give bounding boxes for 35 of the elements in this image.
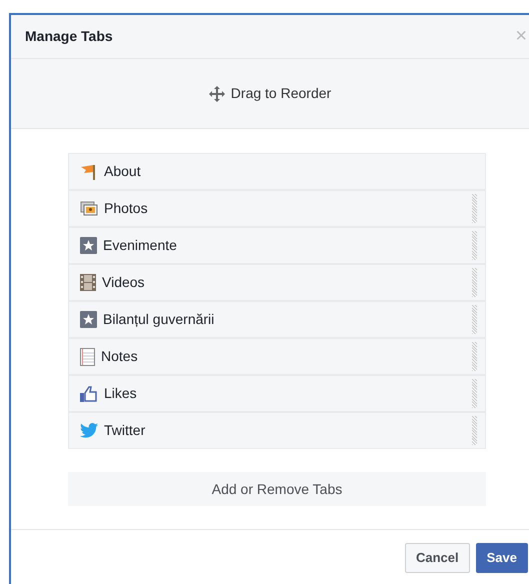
thumbs-up-icon [80,385,98,402]
tab-label: Photos [104,199,149,218]
notepad-icon [80,348,95,366]
tab-row[interactable]: Bilanțul guvernării [68,301,486,338]
drag-handle[interactable] [472,379,477,408]
tab-label: Likes [104,384,138,403]
flag-icon [80,164,98,180]
cancel-button[interactable]: Cancel [404,543,470,573]
tab-row[interactable]: About [68,153,486,190]
save-button[interactable]: Save [476,543,528,573]
tab-label: Evenimente [103,236,178,255]
tab-row[interactable]: Twitter [68,412,486,449]
hint-text: Drag to Reorder [230,84,332,103]
tab-row[interactable]: Likes [68,375,486,412]
tab-row[interactable]: Videos [68,264,486,301]
tab-row[interactable]: Photos [68,190,486,227]
tab-label: Bilanțul guvernării [103,310,216,329]
film-icon [80,274,96,291]
move-icon [208,86,225,102]
drag-handle[interactable] [472,342,477,371]
tab-label: Videos [102,273,146,292]
drag-handle[interactable] [472,231,477,260]
bird-icon [80,423,98,438]
drag-handle[interactable] [472,268,477,297]
drag-handle[interactable] [472,416,477,445]
tab-label: About [104,162,142,181]
dialog-title: Manage Tabs [25,27,113,46]
tab-row[interactable]: Notes [68,338,486,375]
photo-icon [80,200,98,216]
drag-handle[interactable] [472,194,477,223]
tab-label: Twitter [104,421,146,440]
add-remove-tabs-button[interactable]: Add or Remove Tabs [68,472,486,506]
drag-handle[interactable] [472,305,477,334]
tab-row[interactable]: Evenimente [68,227,486,264]
tab-label: Notes [101,347,139,366]
